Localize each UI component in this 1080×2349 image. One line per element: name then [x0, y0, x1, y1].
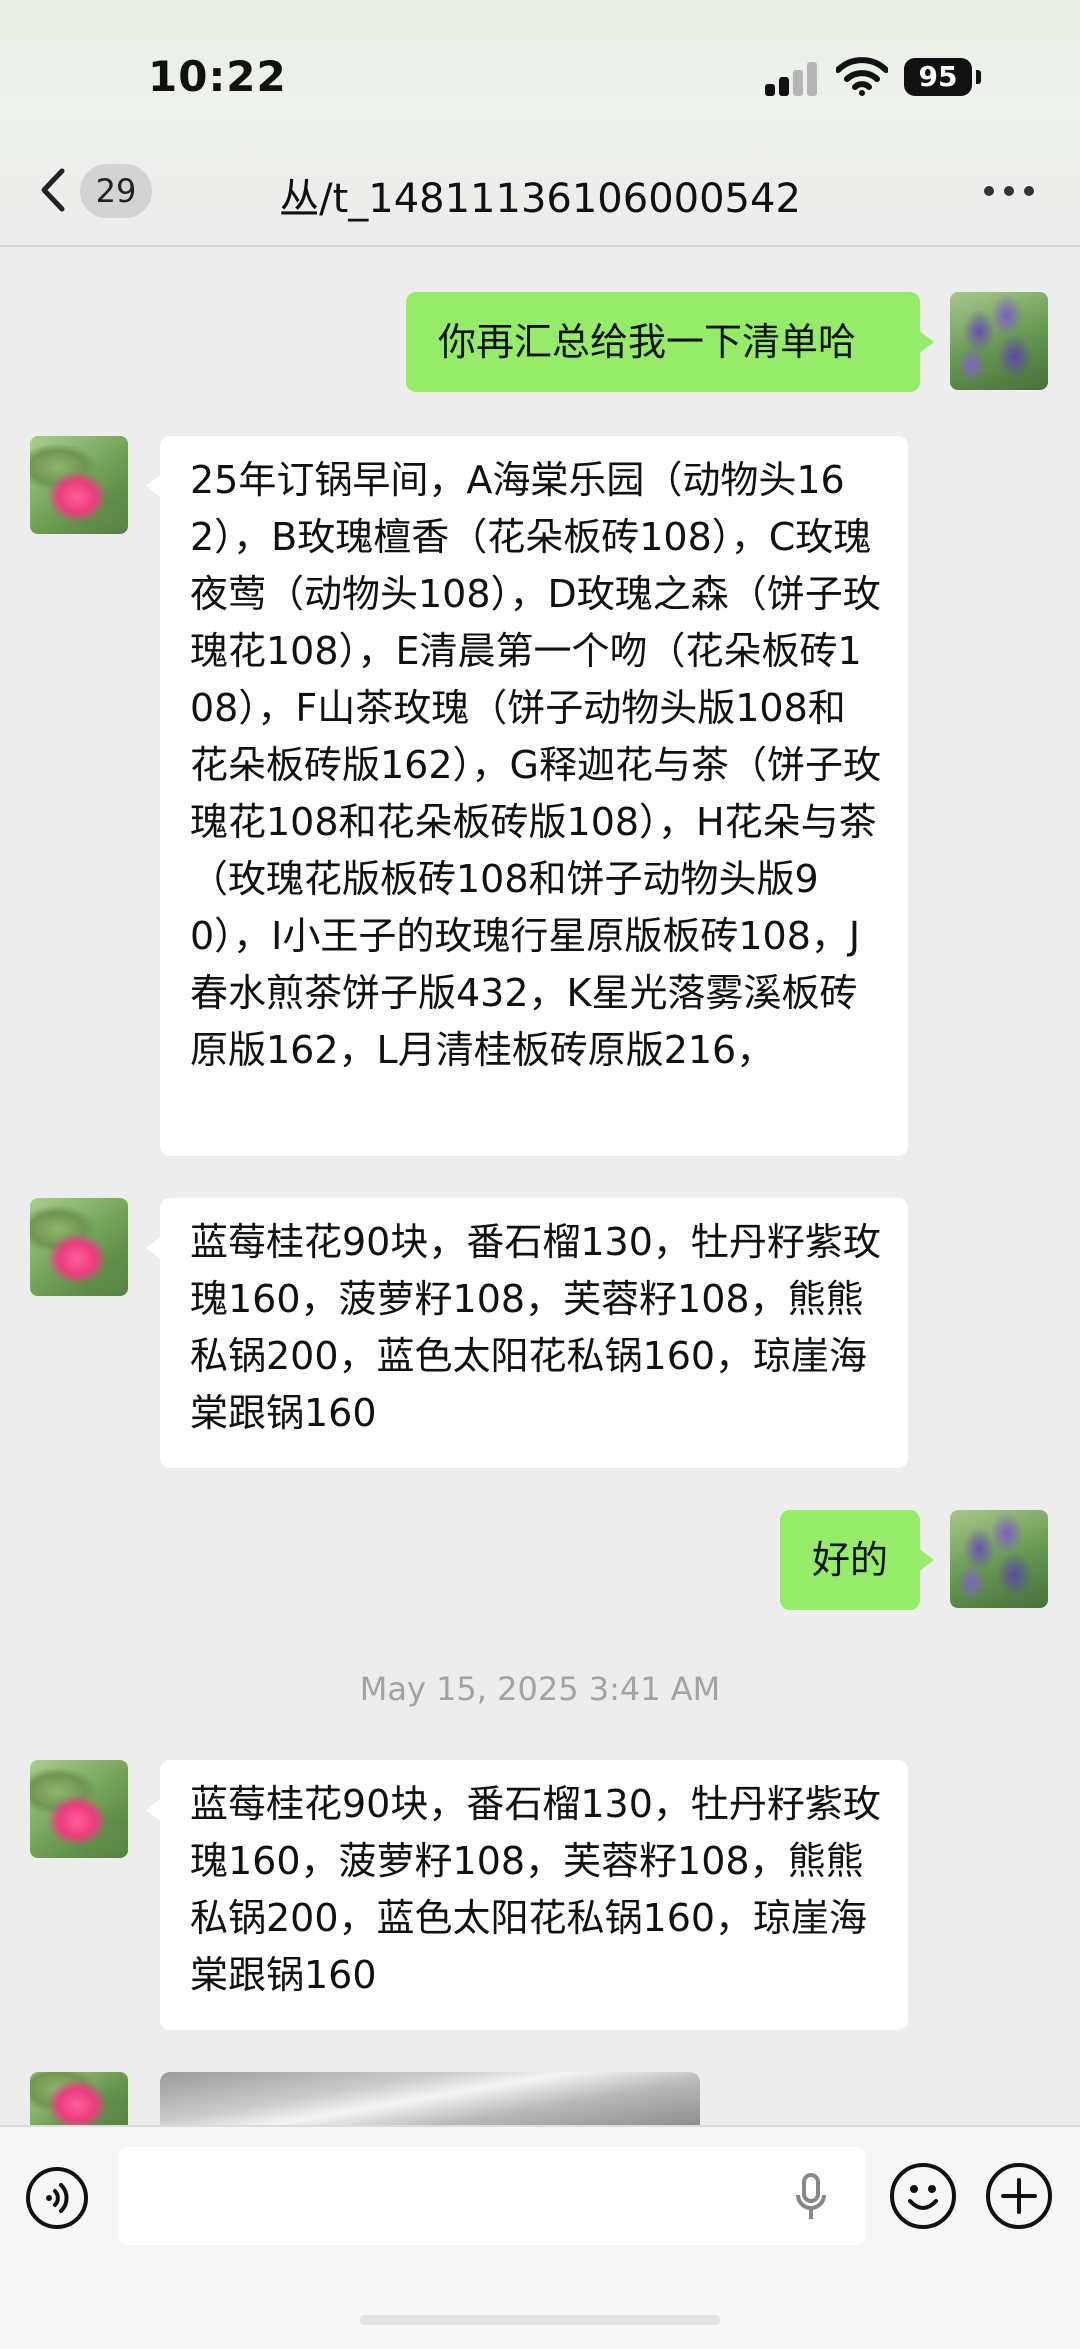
message-bubble-other[interactable]: 蓝莓桂花90块，番石榴130，牡丹籽紫玫瑰160，菠萝籽108，芙蓉籽108，熊… — [146, 1198, 908, 1468]
message-bubble-other[interactable]: 25年订锅早间，A海棠乐园（动物头162），B玫瑰檀香（花朵板砖108），C玫瑰… — [146, 436, 908, 1156]
battery-indicator: 95 — [904, 58, 972, 96]
plus-icon[interactable] — [986, 2163, 1052, 2229]
cellular-signal-icon — [765, 62, 821, 96]
self-avatar[interactable] — [950, 1510, 1048, 1608]
emoji-icon[interactable] — [890, 2163, 956, 2229]
contact-avatar[interactable] — [30, 436, 128, 534]
top-bar: 10:22 95 29 丛/t_14811136106000542 — [0, 0, 1080, 247]
contact-avatar[interactable] — [30, 1760, 128, 1858]
chevron-left-icon[interactable] — [34, 165, 74, 215]
message-bubble-self[interactable]: 好的 — [780, 1510, 934, 1610]
contact-avatar[interactable] — [30, 1198, 128, 1296]
message-timestamp: May 15, 2025 3:41 AM — [359, 1670, 721, 1708]
home-indicator — [360, 2315, 720, 2325]
voice-icon[interactable] — [26, 2167, 88, 2229]
wifi-icon — [836, 57, 888, 96]
unread-count-badge[interactable]: 29 — [80, 164, 152, 218]
status-time: 10:22 — [148, 52, 287, 101]
self-avatar[interactable] — [950, 292, 1048, 390]
input-bar — [0, 2125, 1080, 2349]
mic-icon[interactable] — [794, 2173, 828, 2223]
chat-title: 丛/t_14811136106000542 — [279, 176, 801, 222]
battery-tip — [976, 70, 981, 84]
more-dots-icon[interactable] — [984, 186, 1036, 198]
message-input[interactable] — [118, 2147, 866, 2245]
message-bubble-self[interactable]: 你再汇总给我一下清单哈 — [406, 292, 934, 392]
contact-avatar[interactable] — [30, 2072, 128, 2125]
message-bubble-other[interactable]: 蓝莓桂花90块，番石榴130，牡丹籽紫玫瑰160，菠萝籽108，芙蓉籽108，熊… — [146, 1760, 908, 2030]
